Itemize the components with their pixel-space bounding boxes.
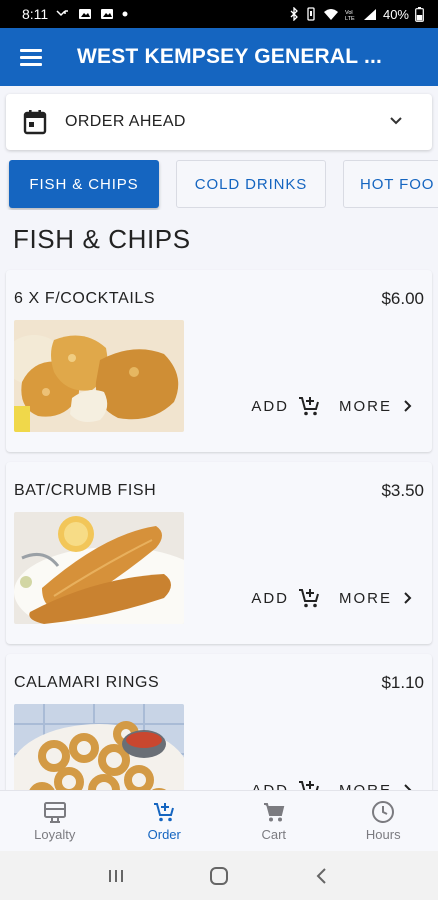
- item-name: BAT/CRUMB FISH: [14, 482, 157, 499]
- item-name: 6 X F/COCKTAILS: [14, 290, 156, 307]
- category-tabs: FISH & CHIPS COLD DRINKS HOT FOO: [0, 160, 438, 210]
- item-name: CALAMARI RINGS: [14, 674, 160, 691]
- recents-button[interactable]: [96, 861, 136, 891]
- bottom-navigation: Loyalty Order Cart Hours: [0, 790, 438, 851]
- chevron-right-icon: [404, 400, 412, 412]
- more-button[interactable]: MORE: [339, 590, 414, 607]
- missed-call-icon: [56, 10, 69, 17]
- home-button[interactable]: [199, 861, 239, 891]
- nav-label: Cart: [261, 827, 287, 842]
- item-price: $6.00: [381, 289, 424, 308]
- nav-order[interactable]: Order: [110, 791, 220, 851]
- chevron-down-icon: [390, 117, 402, 125]
- tab-hot-food[interactable]: HOT FOO: [343, 160, 438, 208]
- nav-cart[interactable]: Cart: [219, 791, 329, 851]
- menu-item-card: BAT/CRUMB FISH $3.50 ADD MORE: [6, 462, 432, 644]
- wifi-icon: [323, 8, 338, 20]
- chevron-right-icon: [404, 592, 412, 604]
- back-button[interactable]: [302, 861, 342, 891]
- dot-icon: [122, 11, 128, 17]
- item-photo-fish-cocktails: [14, 320, 184, 432]
- battery-icon: [415, 6, 424, 22]
- system-navigation-bar: [0, 851, 438, 900]
- home-icon: [209, 866, 228, 885]
- item-photo-battered-fish: [14, 512, 184, 624]
- cart-icon: [263, 803, 285, 822]
- status-time: 8:11: [22, 6, 49, 22]
- add-cart-icon: [154, 803, 175, 822]
- recents-icon: [109, 869, 124, 882]
- clock-icon: [372, 801, 395, 823]
- image-icon: [79, 9, 92, 19]
- nav-label: Hours: [365, 827, 401, 842]
- nav-label: Order: [147, 827, 181, 842]
- add-to-cart-button[interactable]: ADD: [251, 586, 321, 610]
- loyalty-icon: [43, 802, 66, 823]
- tab-cold-drinks[interactable]: COLD DRINKS: [176, 160, 326, 208]
- battery-percent: 40%: [382, 6, 409, 22]
- add-to-cart-button[interactable]: ADD: [251, 394, 321, 418]
- order-ahead-selector[interactable]: ORDER AHEAD: [6, 94, 432, 150]
- order-ahead-label: ORDER AHEAD: [65, 113, 186, 130]
- item-price: $3.50: [381, 481, 424, 500]
- menu-item-card: 6 X F/COCKTAILS $6.00 ADD MORE: [6, 270, 432, 452]
- svg-text:LTE: LTE: [345, 16, 355, 21]
- section-title: FISH & CHIPS: [13, 224, 191, 254]
- signal-icon: [363, 8, 376, 20]
- nav-hours[interactable]: Hours: [329, 791, 438, 851]
- app-bar: WEST KEMPSEY GENERAL ...: [0, 28, 438, 86]
- volte-icon: VolLTE: [345, 10, 355, 21]
- nav-loyalty[interactable]: Loyalty: [0, 791, 110, 851]
- bluetooth-icon: [290, 7, 298, 21]
- calendar-icon: [23, 110, 47, 135]
- vibrate-icon: [307, 7, 315, 21]
- menu-icon[interactable]: [20, 49, 42, 66]
- back-icon: [316, 867, 326, 884]
- add-cart-icon: [299, 589, 319, 608]
- tab-fish-and-chips[interactable]: FISH & CHIPS: [9, 160, 159, 208]
- nav-label: Loyalty: [34, 827, 76, 842]
- item-price: $1.10: [381, 673, 424, 692]
- image-icon: [101, 9, 114, 19]
- more-button[interactable]: MORE: [339, 398, 414, 415]
- status-bar: 8:11 Vol LTE 40%: [0, 0, 438, 28]
- add-cart-icon: [299, 397, 319, 416]
- page-title: WEST KEMPSEY GENERAL ...: [77, 45, 383, 68]
